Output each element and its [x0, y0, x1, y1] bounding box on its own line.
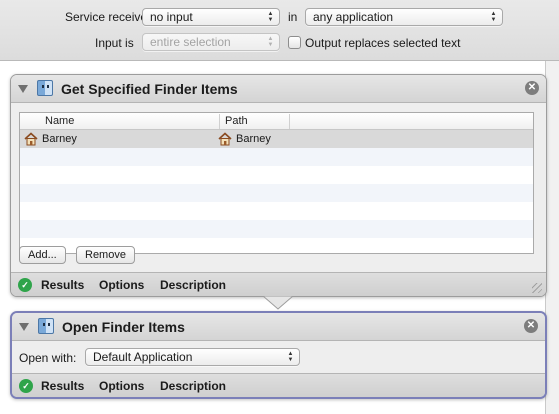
- home-icon: [24, 132, 38, 146]
- tab-results[interactable]: Results: [41, 379, 84, 393]
- finder-icon: [37, 80, 53, 96]
- table-row-empty: [20, 184, 533, 202]
- input-is-label: Input is: [95, 36, 134, 50]
- action-connector-icon: [263, 296, 293, 310]
- table-row[interactable]: Barney Barney: [20, 130, 533, 148]
- table-row-empty: [20, 148, 533, 166]
- close-icon[interactable]: ✕: [524, 319, 538, 333]
- popup-arrows-icon: ▲ ▼: [267, 36, 274, 48]
- tab-options[interactable]: Options: [99, 278, 144, 292]
- input-is-popup[interactable]: entire selection ▲ ▼: [142, 33, 280, 51]
- open-with-label: Open with:: [19, 351, 77, 365]
- home-icon: [218, 132, 232, 146]
- disclosure-triangle-icon[interactable]: [18, 85, 28, 93]
- tab-description[interactable]: Description: [160, 379, 226, 393]
- tab-description[interactable]: Description: [160, 278, 226, 292]
- popup-arrows-icon: ▲ ▼: [267, 11, 274, 23]
- check-icon: ✓: [18, 278, 32, 292]
- action-title: Get Specified Finder Items: [61, 81, 238, 97]
- right-edge-pane: [545, 61, 559, 414]
- column-header-path[interactable]: Path: [220, 114, 290, 129]
- application-popup[interactable]: any application ▲ ▼: [305, 8, 503, 26]
- tab-results[interactable]: Results: [41, 278, 84, 292]
- input-is-value: entire selection: [150, 35, 231, 49]
- table-row-empty: [20, 202, 533, 220]
- table-row-empty: [20, 166, 533, 184]
- action-header: Open Finder Items ✕: [12, 313, 545, 341]
- cell-path: Barney: [236, 133, 271, 145]
- check-icon: ✓: [19, 379, 33, 393]
- column-header-name[interactable]: Name: [40, 114, 220, 129]
- service-receives-label: Service receives: [65, 10, 154, 24]
- tab-options[interactable]: Options: [99, 379, 144, 393]
- disclosure-triangle-icon[interactable]: [19, 323, 29, 331]
- service-receives-value: no input: [150, 10, 193, 24]
- action-footer: ✓ Results Options Description: [11, 272, 546, 296]
- finder-items-table[interactable]: Name Path Barney Barney: [19, 112, 534, 254]
- resize-grip-icon[interactable]: [532, 283, 542, 293]
- popup-arrows-icon: ▲ ▼: [490, 11, 497, 23]
- output-replaces-checkbox[interactable]: [288, 36, 301, 49]
- action-open-finder-items: Open Finder Items ✕ Open with: Default A…: [10, 311, 547, 399]
- open-with-value: Default Application: [93, 350, 193, 364]
- action-title: Open Finder Items: [62, 319, 185, 335]
- open-with-popup[interactable]: Default Application ▲ ▼: [85, 348, 300, 366]
- table-header: Name Path: [20, 113, 533, 130]
- action-header: Get Specified Finder Items ✕: [11, 75, 546, 103]
- action-get-specified-finder-items: Get Specified Finder Items ✕ Name Path B…: [10, 74, 547, 297]
- add-button[interactable]: Add...: [19, 246, 66, 264]
- application-value: any application: [313, 10, 394, 24]
- in-label: in: [288, 10, 298, 24]
- output-replaces-label: Output replaces selected text: [305, 36, 461, 50]
- table-row-empty: [20, 220, 533, 238]
- cell-name: Barney: [42, 133, 77, 145]
- popup-arrows-icon: ▲ ▼: [287, 351, 294, 363]
- service-input-bar: Service receives no input ▲ ▼ in any appl…: [0, 0, 559, 61]
- service-receives-popup[interactable]: no input ▲ ▼: [142, 8, 280, 26]
- close-icon[interactable]: ✕: [525, 81, 539, 95]
- action-footer: ✓ Results Options Description: [12, 373, 545, 397]
- remove-button[interactable]: Remove: [76, 246, 135, 264]
- finder-icon: [38, 318, 54, 334]
